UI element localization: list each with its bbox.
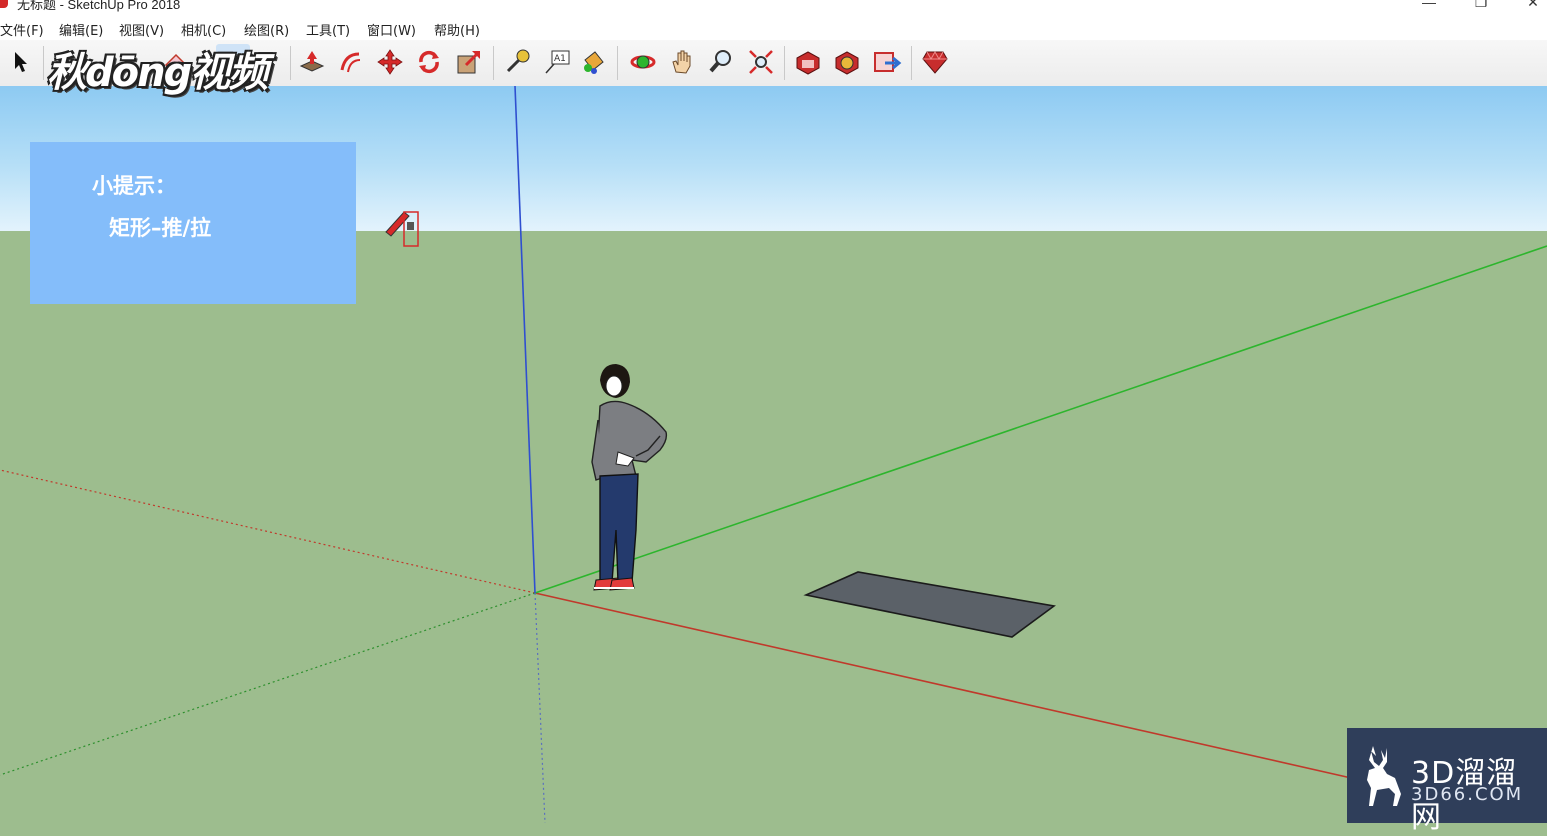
green-axis xyxy=(534,245,1547,594)
blue-axis xyxy=(514,86,536,594)
menu-window[interactable]: 窗口(W) xyxy=(367,20,416,39)
red-axis-negative xyxy=(0,469,536,594)
toolbar-separator xyxy=(911,46,912,80)
rotate-tool-icon[interactable] xyxy=(412,44,446,80)
menu-help[interactable]: 帮助(H) xyxy=(434,20,480,39)
scale-tool-icon[interactable] xyxy=(452,44,486,80)
window-title: 无标题 - SketchUp Pro 2018 xyxy=(17,0,181,12)
rectangle-cursor-icon xyxy=(385,211,419,247)
paint-bucket-tool-icon[interactable] xyxy=(576,44,610,80)
tip-title: 小提示： xyxy=(92,174,176,198)
menu-edit[interactable]: 编辑(E) xyxy=(59,20,103,39)
toolbar-separator xyxy=(290,46,291,80)
deer-logo-icon xyxy=(1367,746,1401,806)
title-bar: 无标题 - SketchUp Pro 2018 — ❐ ✕ xyxy=(0,0,1547,14)
brand-url: 3D66.COM xyxy=(1411,784,1524,805)
text-tool-icon[interactable]: A1 xyxy=(540,44,574,80)
orbit-tool-icon[interactable] xyxy=(626,44,660,80)
brand-watermark: 3D溜溜网 3D66.COM xyxy=(1347,728,1547,835)
send-to-layout-icon[interactable] xyxy=(870,44,904,80)
restore-button[interactable]: ❐ xyxy=(1466,0,1496,12)
video-watermark-logo: 秋dōng视频 xyxy=(47,50,268,96)
minimize-button[interactable]: — xyxy=(1414,0,1444,12)
menu-camera[interactable]: 相机(C) xyxy=(181,20,226,39)
svg-text:A1: A1 xyxy=(554,54,566,64)
extension-warehouse-icon[interactable] xyxy=(830,44,864,80)
scale-figure[interactable] xyxy=(591,364,668,591)
pan-tool-icon[interactable] xyxy=(665,44,699,80)
menu-tools[interactable]: 工具(T) xyxy=(306,20,350,39)
zoom-tool-icon[interactable] xyxy=(704,44,738,80)
menu-file[interactable]: 文件(F) xyxy=(0,20,44,39)
toolbar-separator xyxy=(493,46,494,80)
blue-axis-negative xyxy=(534,592,546,823)
select-tool-icon[interactable] xyxy=(4,44,38,80)
tip-panel: 小提示： 矩形–推/拉 xyxy=(30,142,356,304)
tip-body: 矩形–推/拉 xyxy=(109,216,212,240)
3d-warehouse-icon[interactable] xyxy=(791,44,825,80)
menu-view[interactable]: 视图(V) xyxy=(119,20,164,39)
tape-measure-tool-icon[interactable] xyxy=(500,44,534,80)
menu-bar: 文件(F) 编辑(E) 视图(V) 相机(C) 绘图(R) 工具(T) 窗口(W… xyxy=(0,14,1547,40)
menu-draw[interactable]: 绘图(R) xyxy=(244,20,289,39)
toolbar-separator xyxy=(43,46,44,80)
zoom-extents-tool-icon[interactable] xyxy=(744,44,778,80)
ruby-console-icon[interactable] xyxy=(918,44,952,80)
toolbar-separator xyxy=(617,46,618,80)
move-tool-icon[interactable] xyxy=(373,44,407,80)
rectangle-face[interactable] xyxy=(803,571,1056,638)
push-pull-tool-icon[interactable] xyxy=(295,44,329,80)
sketchup-app-icon xyxy=(0,0,8,8)
offset-tool-icon[interactable] xyxy=(334,44,368,80)
green-axis-negative xyxy=(0,592,536,776)
close-button[interactable]: ✕ xyxy=(1518,0,1547,12)
toolbar-separator xyxy=(784,46,785,80)
